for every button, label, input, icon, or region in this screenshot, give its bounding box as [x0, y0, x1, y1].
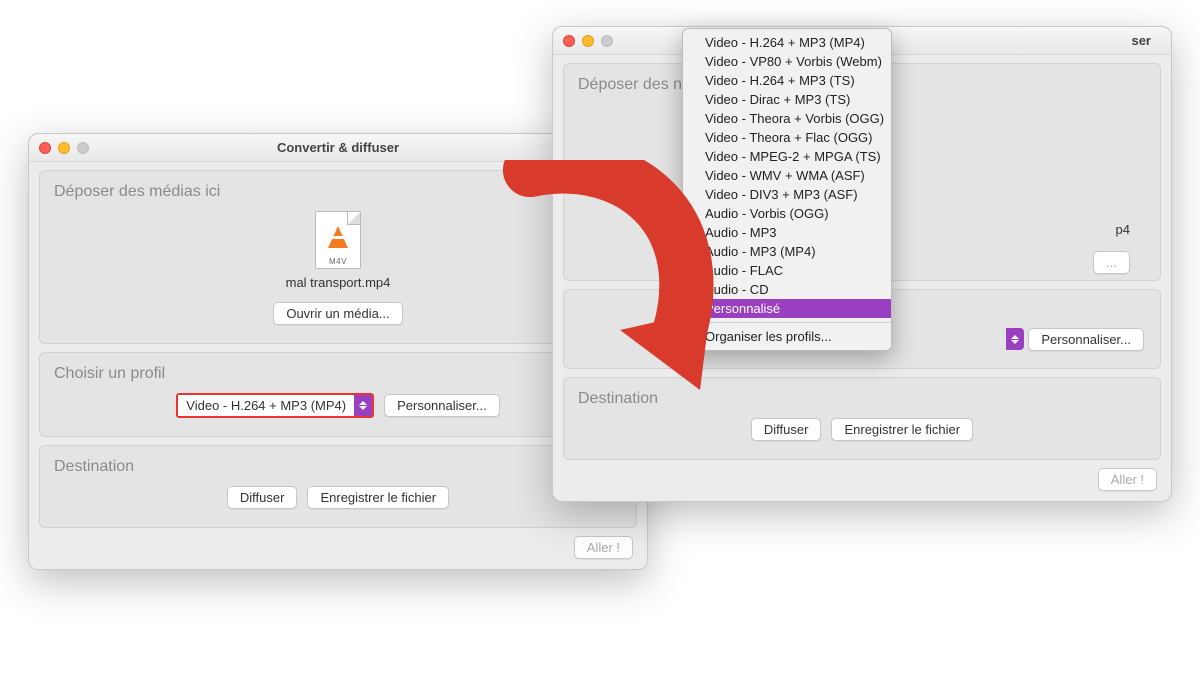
save-file-button[interactable]: Enregistrer le fichier — [831, 418, 973, 441]
vlc-cone-icon — [328, 226, 348, 248]
dropdown-separator — [683, 322, 891, 323]
dropdown-item[interactable]: Audio - CD — [683, 280, 891, 299]
file-extension-label: M4V — [316, 257, 360, 266]
dropdown-item[interactable]: Video - MPEG-2 + MPGA (TS) — [683, 147, 891, 166]
file-partial-label: p4 — [1116, 222, 1130, 237]
dropdown-item[interactable]: Video - H.264 + MP3 (MP4) — [683, 33, 891, 52]
diffuse-button[interactable]: Diffuser — [227, 486, 298, 509]
dropdown-item[interactable]: Video - VP80 + Vorbis (Webm) — [683, 52, 891, 71]
dropdown-item[interactable]: Video - DIV3 + MP3 (ASF) — [683, 185, 891, 204]
destination-title: Destination — [578, 390, 1146, 408]
zoom-icon[interactable] — [601, 35, 613, 47]
dropdown-arrows-icon — [1006, 328, 1024, 350]
diffuse-button[interactable]: Diffuser — [751, 418, 822, 441]
dropdown-item[interactable]: Audio - FLAC — [683, 261, 891, 280]
dropdown-organize-profiles[interactable]: Organiser les profils... — [683, 327, 891, 346]
profile-dropdown-value: Video - H.264 + MP3 (MP4) — [178, 395, 354, 416]
deposit-media-panel: Déposer des médias ici M4V mal transport… — [39, 170, 637, 344]
dropdown-item[interactable]: Audio - MP3 — [683, 223, 891, 242]
minimize-icon[interactable] — [58, 142, 70, 154]
dropdown-item[interactable]: Video - Theora + Flac (OGG) — [683, 128, 891, 147]
choose-profile-title: Choisir un profil — [54, 365, 622, 383]
destination-title: Destination — [54, 458, 622, 476]
truncated-button[interactable]: ... — [1093, 251, 1130, 274]
file-icon: M4V — [315, 211, 361, 269]
close-icon[interactable] — [563, 35, 575, 47]
close-icon[interactable] — [39, 142, 51, 154]
traffic-lights — [563, 35, 613, 47]
go-button[interactable]: Aller ! — [574, 536, 633, 559]
dropdown-arrows-icon — [354, 395, 372, 416]
profile-dropdown-menu[interactable]: Video - H.264 + MP3 (MP4) Video - VP80 +… — [682, 28, 892, 351]
dropdown-item-selected[interactable]: Personnalisé — [683, 299, 891, 318]
dropdown-item[interactable]: Audio - Vorbis (OGG) — [683, 204, 891, 223]
destination-panel: Destination Diffuser Enregistrer le fich… — [563, 377, 1161, 460]
dropdown-item[interactable]: Video - WMV + WMA (ASF) — [683, 166, 891, 185]
save-file-button[interactable]: Enregistrer le fichier — [307, 486, 449, 509]
open-media-button[interactable]: Ouvrir un média... — [273, 302, 402, 325]
minimize-icon[interactable] — [582, 35, 594, 47]
choose-profile-panel: Choisir un profil Video - H.264 + MP3 (M… — [39, 352, 637, 437]
filename-label: mal transport.mp4 — [54, 275, 622, 290]
dropdown-item[interactable]: Video - H.264 + MP3 (TS) — [683, 71, 891, 90]
go-button[interactable]: Aller ! — [1098, 468, 1157, 491]
customize-button[interactable]: Personnaliser... — [384, 394, 500, 417]
customize-button[interactable]: Personnaliser... — [1028, 328, 1144, 351]
zoom-icon[interactable] — [77, 142, 89, 154]
dropdown-item[interactable]: Video - Theora + Vorbis (OGG) — [683, 109, 891, 128]
dropdown-item[interactable]: Video - Dirac + MP3 (TS) — [683, 90, 891, 109]
profile-dropdown-highlighted[interactable]: Video - H.264 + MP3 (MP4) — [176, 393, 374, 418]
dropdown-item[interactable]: Audio - MP3 (MP4) — [683, 242, 891, 261]
destination-panel: Destination Diffuser Enregistrer le fich… — [39, 445, 637, 528]
deposit-media-title: Déposer des médias ici — [54, 183, 622, 201]
traffic-lights — [39, 142, 89, 154]
